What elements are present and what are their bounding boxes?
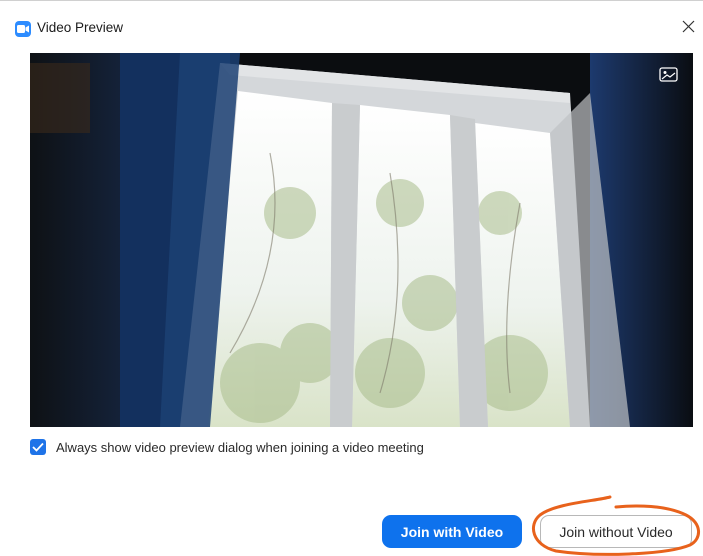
always-show-preview-label: Always show video preview dialog when jo… <box>56 439 424 455</box>
zoom-camera-icon <box>15 21 31 37</box>
video-preview-dialog: Video Preview Always show video preview … <box>0 0 703 556</box>
join-with-video-button[interactable]: Join with Video <box>382 515 522 548</box>
dialog-title: Video Preview <box>37 20 124 35</box>
always-show-preview-option[interactable]: Always show video preview dialog when jo… <box>30 437 424 457</box>
always-show-preview-checkbox[interactable] <box>30 439 46 455</box>
title-bar: Video Preview <box>0 1 703 43</box>
close-icon[interactable] <box>679 17 699 37</box>
join-without-video-button[interactable]: Join without Video <box>540 515 692 548</box>
camera-preview <box>30 53 693 427</box>
virtual-background-icon[interactable] <box>659 67 679 83</box>
